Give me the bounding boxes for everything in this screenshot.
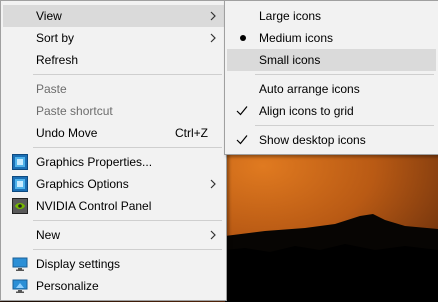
menu-item-label: Graphics Options: [36, 177, 129, 191]
menu-item-personalize[interactable]: Personalize: [3, 275, 224, 297]
menu-item-undo-move[interactable]: Undo Move Ctrl+Z: [3, 122, 224, 144]
menu-separator: [33, 220, 222, 221]
submenu-item-small-icons[interactable]: Small icons: [227, 49, 436, 71]
nvidia-icon: [12, 198, 28, 214]
menu-separator: [33, 74, 222, 75]
menu-separator: [255, 74, 434, 75]
menu-item-label: Personalize: [36, 279, 99, 293]
menu-item-label: NVIDIA Control Panel: [36, 199, 152, 213]
menu-item-label: Small icons: [259, 53, 321, 67]
menu-separator: [33, 249, 222, 250]
menu-item-label: Large icons: [259, 9, 322, 23]
menu-item-label: Sort by: [36, 31, 75, 45]
menu-item-sort-by[interactable]: Sort by: [3, 27, 224, 49]
menu-item-new[interactable]: New: [3, 224, 224, 246]
submenu-item-show-desktop-icons[interactable]: Show desktop icons: [227, 129, 436, 151]
menu-item-label: Undo Move: [36, 126, 98, 140]
menu-item-display-settings[interactable]: Display settings: [3, 253, 224, 275]
menu-item-label: Show desktop icons: [259, 133, 366, 147]
menu-item-graphics-options[interactable]: Graphics Options: [3, 173, 224, 195]
menu-item-label: Medium icons: [259, 31, 334, 45]
menu-separator: [255, 125, 434, 126]
menu-item-paste[interactable]: Paste: [3, 78, 224, 100]
chevron-right-icon: [210, 33, 216, 43]
view-submenu: Large icons Medium icons Small icons Aut…: [224, 0, 438, 155]
submenu-item-auto-arrange[interactable]: Auto arrange icons: [227, 78, 436, 100]
submenu-item-align-to-grid[interactable]: Align icons to grid: [227, 100, 436, 122]
menu-item-paste-shortcut[interactable]: Paste shortcut: [3, 100, 224, 122]
chevron-right-icon: [210, 179, 216, 189]
menu-separator: [33, 147, 222, 148]
desktop-context-menu: View Sort by Refresh Paste Paste shortcu…: [0, 0, 227, 301]
checkmark-icon: [236, 135, 248, 145]
checkmark-icon: [236, 106, 248, 116]
menu-item-refresh[interactable]: Refresh: [3, 49, 224, 71]
chevron-right-icon: [210, 230, 216, 240]
menu-item-label: Refresh: [36, 53, 79, 67]
menu-item-label: Paste shortcut: [36, 104, 113, 118]
menu-item-label: View: [36, 9, 62, 23]
display-icon: [12, 257, 28, 271]
menu-item-label: Display settings: [36, 257, 121, 271]
intel-graphics-icon: [12, 176, 28, 192]
menu-item-shortcut: Ctrl+Z: [175, 126, 208, 140]
menu-item-nvidia-control-panel[interactable]: NVIDIA Control Panel: [3, 195, 224, 217]
submenu-item-large-icons[interactable]: Large icons: [227, 5, 436, 27]
personalize-icon: [12, 279, 28, 293]
submenu-item-medium-icons[interactable]: Medium icons: [227, 27, 436, 49]
menu-item-label: New: [36, 228, 61, 242]
radio-bullet-icon: [240, 35, 246, 41]
menu-item-label: Paste: [36, 82, 67, 96]
menu-item-view[interactable]: View: [3, 5, 224, 27]
intel-graphics-icon: [12, 154, 28, 170]
menu-item-label: Auto arrange icons: [259, 82, 360, 96]
menu-item-label: Graphics Properties...: [36, 155, 153, 169]
menu-item-label: Align icons to grid: [259, 104, 354, 118]
menu-item-graphics-properties[interactable]: Graphics Properties...: [3, 151, 224, 173]
chevron-right-icon: [210, 11, 216, 21]
